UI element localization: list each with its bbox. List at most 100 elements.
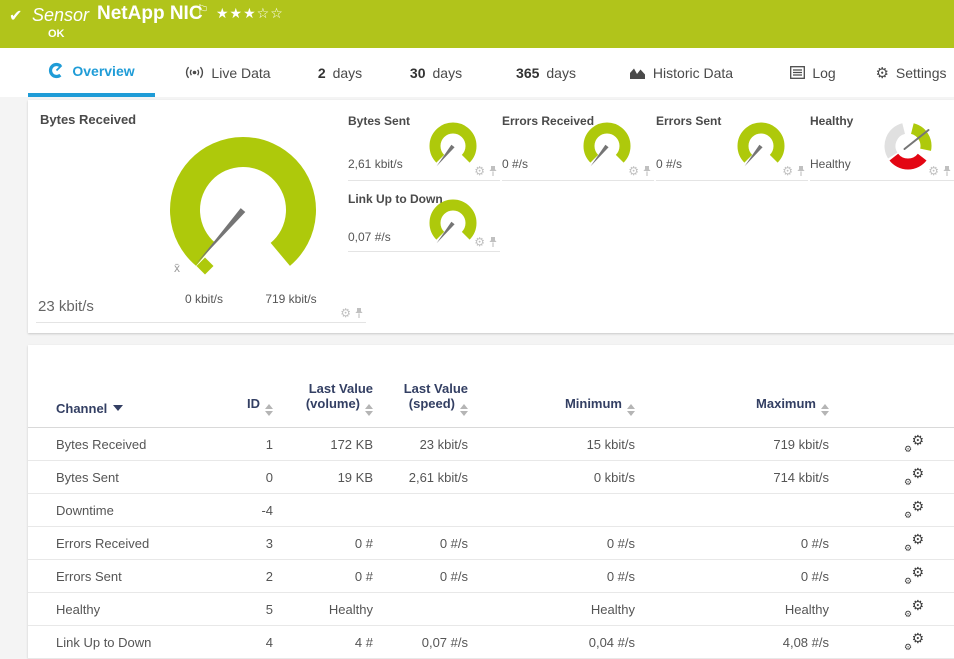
gauge-link-up-to-down: Link Up to Down 0,07 #/s ⚙ xyxy=(348,190,500,252)
sort-icon[interactable] xyxy=(365,404,373,416)
tab-live-data-label: Live Data xyxy=(211,65,270,81)
gauge-settings-icon[interactable]: ⚙ xyxy=(782,166,793,176)
channel-minimum: 0 kbit/s xyxy=(468,461,635,494)
area-chart-icon xyxy=(629,66,646,80)
tab-2-days[interactable]: 2 days xyxy=(300,48,380,97)
bytes-sent-gauge xyxy=(425,118,481,174)
gauge-healthy: Healthy Healthy ⚙ xyxy=(810,100,954,181)
tab-live-data[interactable]: Live Data xyxy=(168,48,288,97)
table-row: Downtime -4 ⚙⚙ xyxy=(28,494,954,527)
gauge-title: Bytes Received xyxy=(40,112,136,127)
table-row: Errors Sent 2 0 # 0 #/s 0 #/s 0 #/s ⚙⚙ xyxy=(28,560,954,593)
col-header-minimum[interactable]: Minimum xyxy=(468,345,635,428)
col-header-id[interactable]: ID xyxy=(218,345,273,428)
channel-last-value-speed: 23 kbit/s xyxy=(373,428,468,461)
gauges-panel: Bytes Received x̄ 0 kbit/s 719 kbit/s 23… xyxy=(28,100,954,333)
sort-icon[interactable] xyxy=(265,404,273,416)
live-signal-icon xyxy=(185,65,204,80)
channel-name: Errors Sent xyxy=(28,560,218,593)
channel-name: Bytes Received xyxy=(28,428,218,461)
channel-settings-icon[interactable]: ⚙⚙ xyxy=(904,467,924,485)
sort-icon[interactable] xyxy=(821,404,829,416)
channel-settings-icon[interactable]: ⚙⚙ xyxy=(904,566,924,584)
bytes-received-gauge: x̄ xyxy=(148,126,338,286)
tab-30-days-number: 30 xyxy=(410,65,426,81)
col-header-last-value-volume[interactable]: Last Value (volume) xyxy=(273,345,373,428)
col-header-last-value-label: Last Value xyxy=(273,381,373,396)
tab-log[interactable]: Log xyxy=(780,48,846,97)
tab-365-days[interactable]: 365 days xyxy=(498,48,594,97)
tab-2-days-label: days xyxy=(333,65,363,81)
channel-settings-icon[interactable]: ⚙⚙ xyxy=(904,632,924,650)
sort-icon[interactable] xyxy=(460,404,468,416)
gauge-settings-icon[interactable]: ⚙ xyxy=(928,166,939,176)
pin-icon[interactable] xyxy=(488,165,498,177)
pin-icon[interactable] xyxy=(354,307,364,319)
channel-name: Healthy xyxy=(28,593,218,626)
col-header-last-value-speed[interactable]: Last Value (speed) xyxy=(373,345,468,428)
channel-settings-icon[interactable]: ⚙⚙ xyxy=(904,533,924,551)
pin-icon[interactable] xyxy=(942,165,952,177)
gauge-settings-icon[interactable]: ⚙ xyxy=(628,166,639,176)
channel-maximum: 4,08 #/s xyxy=(635,626,829,659)
gauge-current-value: 0,07 #/s xyxy=(348,230,391,244)
channel-settings-icon[interactable]: ⚙⚙ xyxy=(904,500,924,518)
table-row: Errors Received 3 0 # 0 #/s 0 #/s 0 #/s … xyxy=(28,527,954,560)
pin-icon[interactable] xyxy=(488,236,498,248)
gauge-title: Errors Sent xyxy=(656,114,721,128)
priority-stars[interactable]: ★★★☆☆ xyxy=(216,5,284,22)
col-header-speed-label: (speed) xyxy=(409,396,455,411)
channel-settings-icon[interactable]: ⚙⚙ xyxy=(904,599,924,617)
tab-bar: Overview Live Data 2 days 30 days 365 da… xyxy=(0,48,954,97)
channel-last-value-speed: 0,07 #/s xyxy=(373,626,468,659)
pin-icon[interactable] xyxy=(642,165,652,177)
channel-table-panel: Channel ID Last Value (volume) Last Valu… xyxy=(28,345,954,658)
gauge-settings-icon[interactable]: ⚙ xyxy=(340,308,351,318)
channel-minimum: 0 #/s xyxy=(468,527,635,560)
channel-name: Bytes Sent xyxy=(28,461,218,494)
channel-last-value-speed: 2,61 kbit/s xyxy=(373,461,468,494)
flag-icon[interactable]: ⚐ xyxy=(197,2,209,18)
gauge-current-value: 0 #/s xyxy=(656,157,682,171)
tab-settings[interactable]: ⚙ Settings xyxy=(868,48,954,97)
sensor-header: ✔ Sensor NetApp NIC ⚐ ★★★☆☆ OK xyxy=(0,0,954,48)
col-header-id-label: ID xyxy=(247,396,260,411)
col-header-maximum[interactable]: Maximum xyxy=(635,345,829,428)
channel-minimum: 0,04 #/s xyxy=(468,626,635,659)
channel-id: 5 xyxy=(218,593,273,626)
channel-maximum: 714 kbit/s xyxy=(635,461,829,494)
channel-settings-icon[interactable]: ⚙⚙ xyxy=(904,434,924,452)
errors-sent-gauge xyxy=(733,118,789,174)
col-header-minimum-label: Minimum xyxy=(565,396,622,411)
channel-maximum xyxy=(635,494,829,527)
gauge-current-value: 23 kbit/s xyxy=(38,298,94,315)
channel-last-value-volume: 4 # xyxy=(273,626,373,659)
col-header-actions xyxy=(829,345,954,428)
gauge-bytes-sent: Bytes Sent 2,61 kbit/s ⚙ xyxy=(348,100,500,181)
tab-overview[interactable]: Overview xyxy=(28,48,155,97)
page-title: NetApp NIC xyxy=(97,3,203,25)
gauge-title: Healthy xyxy=(810,114,853,128)
channel-id: 4 xyxy=(218,626,273,659)
channel-last-value-speed xyxy=(373,494,468,527)
table-header-row: Channel ID Last Value (volume) Last Valu… xyxy=(28,345,954,428)
channel-last-value-volume: Healthy xyxy=(273,593,373,626)
sort-desc-icon[interactable] xyxy=(113,405,123,411)
tab-historic-data[interactable]: Historic Data xyxy=(616,48,746,97)
gauge-settings-icon[interactable]: ⚙ xyxy=(474,237,485,247)
col-header-last-value-label: Last Value xyxy=(373,381,468,396)
log-list-icon xyxy=(790,66,805,79)
table-row: Bytes Received 1 172 KB 23 kbit/s 15 kbi… xyxy=(28,428,954,461)
tab-historic-data-label: Historic Data xyxy=(653,65,733,81)
channel-last-value-volume: 19 KB xyxy=(273,461,373,494)
channel-minimum: Healthy xyxy=(468,593,635,626)
table-row: Link Up to Down 4 4 # 0,07 #/s 0,04 #/s … xyxy=(28,626,954,659)
gauge-settings-icon[interactable]: ⚙ xyxy=(474,166,485,176)
col-header-channel[interactable]: Channel xyxy=(28,345,218,428)
tab-30-days[interactable]: 30 days xyxy=(392,48,480,97)
sort-icon[interactable] xyxy=(627,404,635,416)
pin-icon[interactable] xyxy=(796,165,806,177)
channel-id: 3 xyxy=(218,527,273,560)
channel-id: -4 xyxy=(218,494,273,527)
status-check-icon: ✔ xyxy=(9,6,22,26)
